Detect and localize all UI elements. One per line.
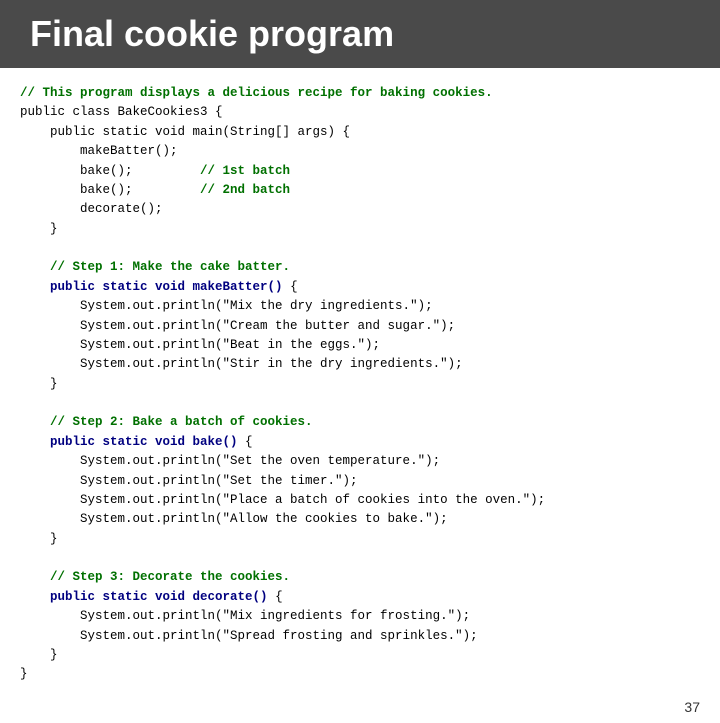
code-line-4: makeBatter(); — [20, 144, 178, 158]
code-line-5: bake(); // 1st batch — [20, 164, 290, 178]
code-line-7: decorate(); — [20, 202, 163, 216]
slide-title: Final cookie program — [30, 13, 394, 55]
code-line-19: System.out.println("Set the timer."); — [20, 474, 358, 488]
code-line-28: } — [20, 667, 28, 681]
slide-content: // This program displays a delicious rec… — [0, 68, 720, 695]
code-line-6: bake(); // 2nd batch — [20, 183, 290, 197]
code-line-3: public static void main(String[] args) { — [20, 125, 350, 139]
code-block: // This program displays a delicious rec… — [20, 84, 700, 685]
code-line-17: public static void bake() { — [20, 435, 253, 449]
code-line-comment-3: // Step 2: Bake a batch of cookies. — [20, 415, 313, 429]
code-line-22: } — [20, 532, 58, 546]
page-number: 37 — [684, 699, 700, 715]
code-line-25: System.out.println("Mix ingredients for … — [20, 609, 470, 623]
code-line-10: public static void makeBatter() { — [20, 280, 298, 294]
code-line-24: public static void decorate() { — [20, 590, 283, 604]
code-line-13: System.out.println("Beat in the eggs."); — [20, 338, 380, 352]
code-line-8: } — [20, 222, 58, 236]
code-line-27: } — [20, 648, 58, 662]
code-line-18: System.out.println("Set the oven tempera… — [20, 454, 440, 468]
code-line-12: System.out.println("Cream the butter and… — [20, 319, 455, 333]
code-line-21: System.out.println("Allow the cookies to… — [20, 512, 448, 526]
slide-container: Final cookie program // This program dis… — [0, 0, 720, 540]
code-line-14: System.out.println("Stir in the dry ingr… — [20, 357, 463, 371]
code-line-20: System.out.println("Place a batch of coo… — [20, 493, 545, 507]
code-line-comment-4: // Step 3: Decorate the cookies. — [20, 570, 290, 584]
code-line-comment-2: // Step 1: Make the cake batter. — [20, 260, 290, 274]
slide-header: Final cookie program — [0, 0, 720, 68]
code-line-2: public class BakeCookies3 { — [20, 105, 223, 119]
code-line-11: System.out.println("Mix the dry ingredie… — [20, 299, 433, 313]
code-line-15: } — [20, 377, 58, 391]
code-line-comment-1: // This program displays a delicious rec… — [20, 86, 493, 100]
code-line-26: System.out.println("Spread frosting and … — [20, 629, 478, 643]
slide-footer: 37 — [0, 695, 720, 723]
